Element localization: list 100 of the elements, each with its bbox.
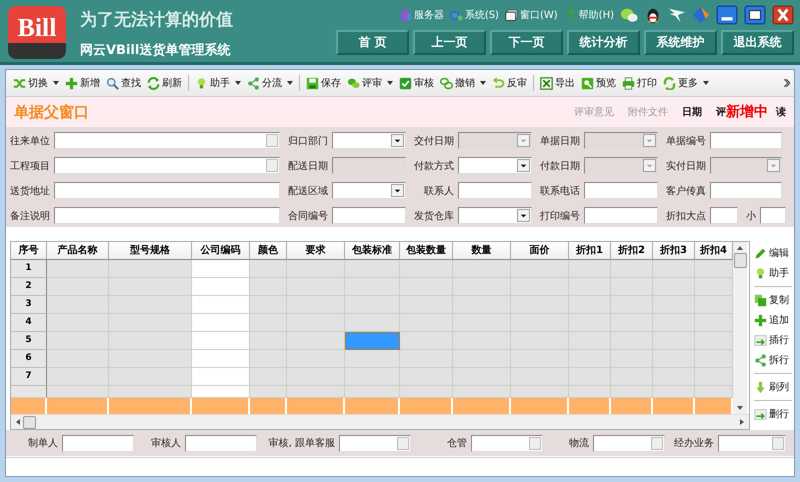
toolbar-button[interactable]: 刷新 [144,76,185,90]
lookup-field[interactable] [339,434,411,452]
chevron-icon[interactable] [784,79,790,87]
scroll-left-icon[interactable] [16,419,20,425]
side-button[interactable]: 刷列 [754,378,792,396]
table-cell[interactable] [287,314,345,332]
column-header[interactable]: 折扣2 [611,242,653,260]
table-cell[interactable] [453,260,511,278]
toolbar-button[interactable]: 保存 [303,76,344,90]
dropdown-field[interactable] [332,132,406,149]
side-button[interactable]: 编辑 [754,244,792,262]
scrollbar-thumb[interactable] [23,416,36,428]
dropdown-field[interactable] [458,207,532,224]
row-number[interactable]: 1 [11,260,47,278]
table-cell[interactable] [611,386,653,398]
column-header[interactable]: 折扣1 [569,242,611,260]
column-header[interactable]: 面价 [511,242,569,260]
row-number[interactable]: 2 [11,278,47,296]
table-cell[interactable] [653,386,695,398]
toolbar-button[interactable]: 导出 [537,76,578,90]
table-cell[interactable] [250,332,287,350]
dropdown-field[interactable] [332,182,406,199]
side-button[interactable]: 助手 [754,264,792,282]
menu-item[interactable]: 帮助(H) [578,8,614,22]
table-cell[interactable] [192,296,250,314]
table-cell[interactable] [400,350,453,368]
column-header[interactable]: 包装标准 [345,242,400,260]
chat-bubbles-icon[interactable] [620,6,638,24]
minimize-button[interactable] [716,5,738,25]
column-header[interactable]: 折扣4 [695,242,733,260]
side-button[interactable]: 追加 [754,311,792,329]
column-header[interactable]: 型号规格 [109,242,192,260]
diamond-icon[interactable] [692,6,710,24]
column-header[interactable]: 包装数量 [400,242,453,260]
column-header[interactable]: 数量 [453,242,511,260]
table-cell[interactable] [569,386,611,398]
table-cell[interactable] [511,260,569,278]
table-cell[interactable] [109,296,192,314]
table-cell[interactable] [400,314,453,332]
nav-button[interactable]: 系统维护 [644,30,717,55]
toolbar-button[interactable]: 切换 [10,76,62,90]
row-number[interactable]: 7 [11,368,47,386]
column-header[interactable]: 折扣3 [653,242,695,260]
table-cell[interactable] [109,314,192,332]
table-cell[interactable] [109,350,192,368]
side-button[interactable]: 删行 [754,405,792,423]
table-cell[interactable] [695,350,733,368]
table-cell[interactable] [400,332,453,350]
side-button[interactable]: 复制 [754,291,792,309]
input-field[interactable] [584,207,658,224]
table-cell[interactable] [250,260,287,278]
table-cell[interactable] [695,296,733,314]
input-field[interactable] [710,207,738,224]
menu-item[interactable]: 系统(S) [464,8,499,22]
nav-button[interactable]: 上一页 [413,30,486,55]
input-field[interactable] [710,132,782,149]
column-header[interactable]: 公司编码 [192,242,250,260]
table-cell[interactable] [47,350,109,368]
column-header[interactable]: 序号 [11,242,47,260]
toolbar-button[interactable]: 评审 [344,76,396,90]
table-cell[interactable] [695,278,733,296]
lookup-field[interactable] [54,132,280,149]
table-cell[interactable] [109,278,192,296]
table-cell[interactable] [345,386,400,398]
input-field[interactable] [760,207,786,224]
column-header[interactable]: 产品名称 [47,242,109,260]
table-cell[interactable] [695,314,733,332]
input-field[interactable] [458,182,532,199]
nav-button[interactable]: 统计分析 [567,30,640,55]
table-cell[interactable] [192,368,250,386]
toolbar-button[interactable]: 打印 [619,76,660,90]
menu-item[interactable]: 窗口(W) [520,8,558,22]
nav-button[interactable]: 退出系统 [721,30,794,55]
row-number[interactable]: 3 [11,296,47,314]
input-field[interactable] [584,182,658,199]
table-cell[interactable] [47,368,109,386]
table-cell[interactable] [109,332,192,350]
toolbar-button[interactable]: 助手 [192,76,244,90]
table-cell[interactable] [47,260,109,278]
table-cell[interactable] [345,260,400,278]
row-number[interactable]: 6 [11,350,47,368]
table-cell[interactable] [250,278,287,296]
table-cell[interactable] [47,296,109,314]
bird-icon[interactable] [668,6,686,24]
lookup-field[interactable] [471,434,543,452]
table-cell[interactable] [400,386,453,398]
input-field[interactable] [54,182,280,199]
nav-button[interactable]: 首 页 [336,30,409,55]
row-number[interactable]: 5 [11,332,47,350]
row-number[interactable]: 4 [11,314,47,332]
table-cell[interactable] [695,332,733,350]
table-cell[interactable] [47,314,109,332]
scroll-up-icon[interactable] [737,246,743,250]
side-button[interactable]: 拆行 [754,351,792,369]
table-cell[interactable] [287,260,345,278]
table-cell[interactable] [695,260,733,278]
table-cell[interactable] [287,386,345,398]
table-cell[interactable] [250,296,287,314]
table-cell[interactable] [47,278,109,296]
lookup-field[interactable] [54,157,280,174]
